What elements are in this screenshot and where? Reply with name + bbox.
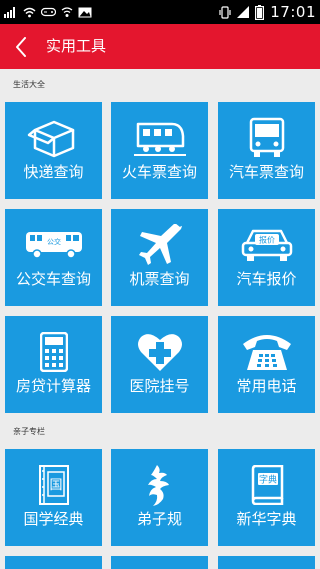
tile-chinese-classics[interactable]: 国 国学经典 [5,449,102,546]
tile-label: 火车票查询 [121,163,197,181]
dictionary-badge: 字典 [258,474,276,486]
train-icon [133,122,186,156]
back-button[interactable] [6,30,36,63]
tile-partial[interactable] [111,556,208,569]
status-bar: 17:01 [0,0,320,24]
wifi-share-icon [61,7,73,17]
classics-book-icon: 国 [38,465,69,505]
tile-label: 机票查询 [129,270,190,288]
telephone-icon [242,335,291,370]
tile-label: 医院挂号 [129,377,190,395]
app-bar: 实用工具 [0,24,320,69]
game-controller-icon [41,7,56,17]
vibrate-icon [219,5,231,19]
tile-label: 国学经典 [23,510,84,528]
calculator-icon [39,332,68,372]
tile-label: 弟子规 [136,510,182,528]
tile-car-price[interactable]: 报价 汽车报价 [218,209,315,306]
chevron-left-icon [16,36,26,57]
tile-flight-query[interactable]: 机票查询 [111,209,208,306]
tile-mortgage-calculator[interactable]: 房贷计算器 [5,316,102,413]
tile-bus-query[interactable]: 公交 公交车查询 [5,209,102,306]
status-icons-left [4,4,92,20]
classics-badge: 国 [49,478,62,493]
tile-label: 汽车报价 [236,270,297,288]
tile-train-ticket[interactable]: 火车票查询 [111,102,208,199]
tile-label: 汽车票查询 [228,163,304,181]
section-title-parenting: 亲子专栏 [13,427,45,436]
tile-disciple-rules[interactable]: 弟子规 [111,449,208,546]
tile-label: 新华字典 [236,510,297,528]
tile-label: 公交车查询 [15,270,91,288]
page-title: 实用工具 [46,37,107,55]
tile-label: 房贷计算器 [15,377,91,395]
tile-label: 常用电话 [236,377,297,395]
signal-icon [4,7,15,18]
coach-bus-icon [249,117,284,157]
clock: 17:01 [270,3,316,21]
city-bus-icon: 公交 [25,232,82,259]
signal-strength-icon [237,6,250,18]
tile-xinhua-dictionary[interactable]: 字典 新华字典 [218,449,315,546]
tile-partial[interactable] [218,556,315,569]
tile-common-phone[interactable]: 常用电话 [218,316,315,413]
dictionary-icon: 字典 [251,465,283,505]
status-icons-right: 17:01 [219,3,316,21]
battery-icon [255,4,265,20]
car-price-icon: 报价 [241,229,292,261]
airplane-icon [138,224,182,265]
calligraphy-icon [147,465,169,506]
tile-coach-ticket[interactable]: 汽车票查询 [218,102,315,199]
bus-badge: 公交 [47,237,61,246]
tile-label: 快递查询 [23,163,84,181]
car-price-badge: 报价 [259,235,275,245]
hospital-heart-icon [137,334,182,371]
image-icon [78,7,92,17]
tile-express-query[interactable]: 快递查询 [5,102,102,199]
package-box-icon [27,120,74,158]
section-title-life: 生活大全 [13,80,45,89]
wifi-icon [23,7,36,17]
tile-hospital-registration[interactable]: 医院挂号 [111,316,208,413]
tile-partial[interactable] [5,556,102,569]
